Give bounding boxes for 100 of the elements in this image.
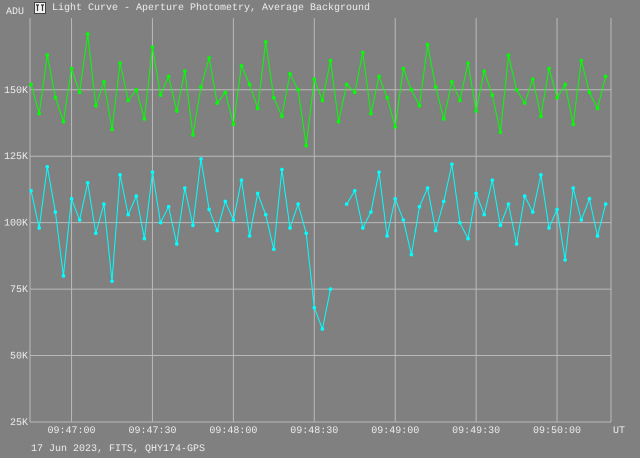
data-point xyxy=(490,178,494,182)
data-point xyxy=(352,90,357,94)
data-point xyxy=(248,234,252,238)
data-point xyxy=(410,252,414,256)
data-point xyxy=(336,120,340,124)
data-point xyxy=(62,120,66,124)
data-point xyxy=(514,242,518,246)
data-point xyxy=(126,212,130,216)
data-point xyxy=(29,82,33,86)
data-point xyxy=(418,104,422,108)
x-tick-label: 09:49:00 xyxy=(371,426,420,437)
data-point xyxy=(94,232,98,236)
data-point xyxy=(158,220,162,224)
data-point xyxy=(134,194,138,198)
data-point xyxy=(86,32,90,36)
data-point xyxy=(369,112,373,116)
data-point xyxy=(361,226,365,230)
data-point xyxy=(442,200,446,204)
data-point xyxy=(458,220,462,224)
data-point xyxy=(296,202,300,206)
data-point xyxy=(223,90,228,94)
data-point xyxy=(588,90,592,94)
data-point xyxy=(434,228,438,232)
data-point xyxy=(580,58,584,62)
data-point xyxy=(482,212,486,216)
data-point xyxy=(134,88,138,92)
data-point xyxy=(110,279,114,283)
data-point xyxy=(547,66,551,70)
data-point xyxy=(539,114,543,118)
data-point xyxy=(604,202,608,206)
data-point xyxy=(126,98,130,102)
data-point xyxy=(86,181,90,185)
data-point xyxy=(248,82,252,86)
data-point xyxy=(522,194,526,198)
y-tick-label: 100K xyxy=(4,218,28,230)
data-point xyxy=(328,287,332,291)
data-point xyxy=(207,208,211,212)
data-point xyxy=(402,218,406,222)
data-point xyxy=(312,77,316,81)
data-point xyxy=(555,96,559,100)
data-point xyxy=(450,80,454,84)
data-point xyxy=(288,72,292,76)
data-point xyxy=(506,202,510,206)
data-point xyxy=(547,226,551,230)
data-point xyxy=(482,69,486,73)
x-tick-label: 09:48:00 xyxy=(209,426,258,437)
data-point xyxy=(410,88,414,92)
data-point xyxy=(442,117,446,121)
footer-info: 17 Jun 2023, FITS, QHY174-GPS xyxy=(31,444,206,454)
data-point xyxy=(580,218,584,222)
data-point xyxy=(62,274,66,278)
data-point xyxy=(191,224,195,228)
data-point xyxy=(45,53,50,57)
data-point xyxy=(45,165,50,169)
data-point xyxy=(361,50,365,54)
data-point xyxy=(272,96,276,100)
data-point xyxy=(320,98,324,102)
data-point xyxy=(563,82,567,86)
data-point xyxy=(174,242,179,246)
y-tick-label: 75K xyxy=(10,285,28,296)
x-tick-label: 09:49:30 xyxy=(452,426,500,437)
data-point xyxy=(466,236,470,240)
data-point xyxy=(207,56,211,60)
data-point xyxy=(215,101,219,105)
x-tick-label: 09:50:00 xyxy=(533,426,582,437)
data-point xyxy=(240,64,244,68)
data-point xyxy=(377,170,381,174)
data-point xyxy=(280,168,284,172)
data-point xyxy=(183,186,187,190)
data-point xyxy=(426,42,430,46)
data-point xyxy=(264,212,268,216)
data-point xyxy=(328,58,332,62)
data-point xyxy=(369,210,373,214)
data-point xyxy=(450,162,454,166)
data-point xyxy=(142,236,146,240)
data-point xyxy=(110,128,114,132)
data-point xyxy=(158,93,162,97)
data-point xyxy=(29,188,33,193)
data-point xyxy=(555,208,559,212)
data-point xyxy=(70,196,74,201)
data-point xyxy=(352,188,357,193)
data-point xyxy=(571,122,576,126)
data-point xyxy=(466,61,470,65)
data-point xyxy=(296,88,300,92)
data-point xyxy=(539,173,543,177)
data-point xyxy=(596,106,600,110)
data-point xyxy=(588,196,592,201)
data-point xyxy=(393,125,398,129)
data-point xyxy=(272,247,276,252)
data-point xyxy=(166,74,170,78)
x-tick-label: 09:47:30 xyxy=(128,426,176,437)
data-point xyxy=(393,196,398,201)
data-point xyxy=(199,85,203,89)
data-point xyxy=(522,101,526,105)
data-point xyxy=(604,74,608,78)
data-point xyxy=(70,66,74,70)
data-point xyxy=(215,228,219,232)
data-point xyxy=(506,53,510,57)
data-point xyxy=(240,178,244,182)
data-point xyxy=(498,224,502,228)
